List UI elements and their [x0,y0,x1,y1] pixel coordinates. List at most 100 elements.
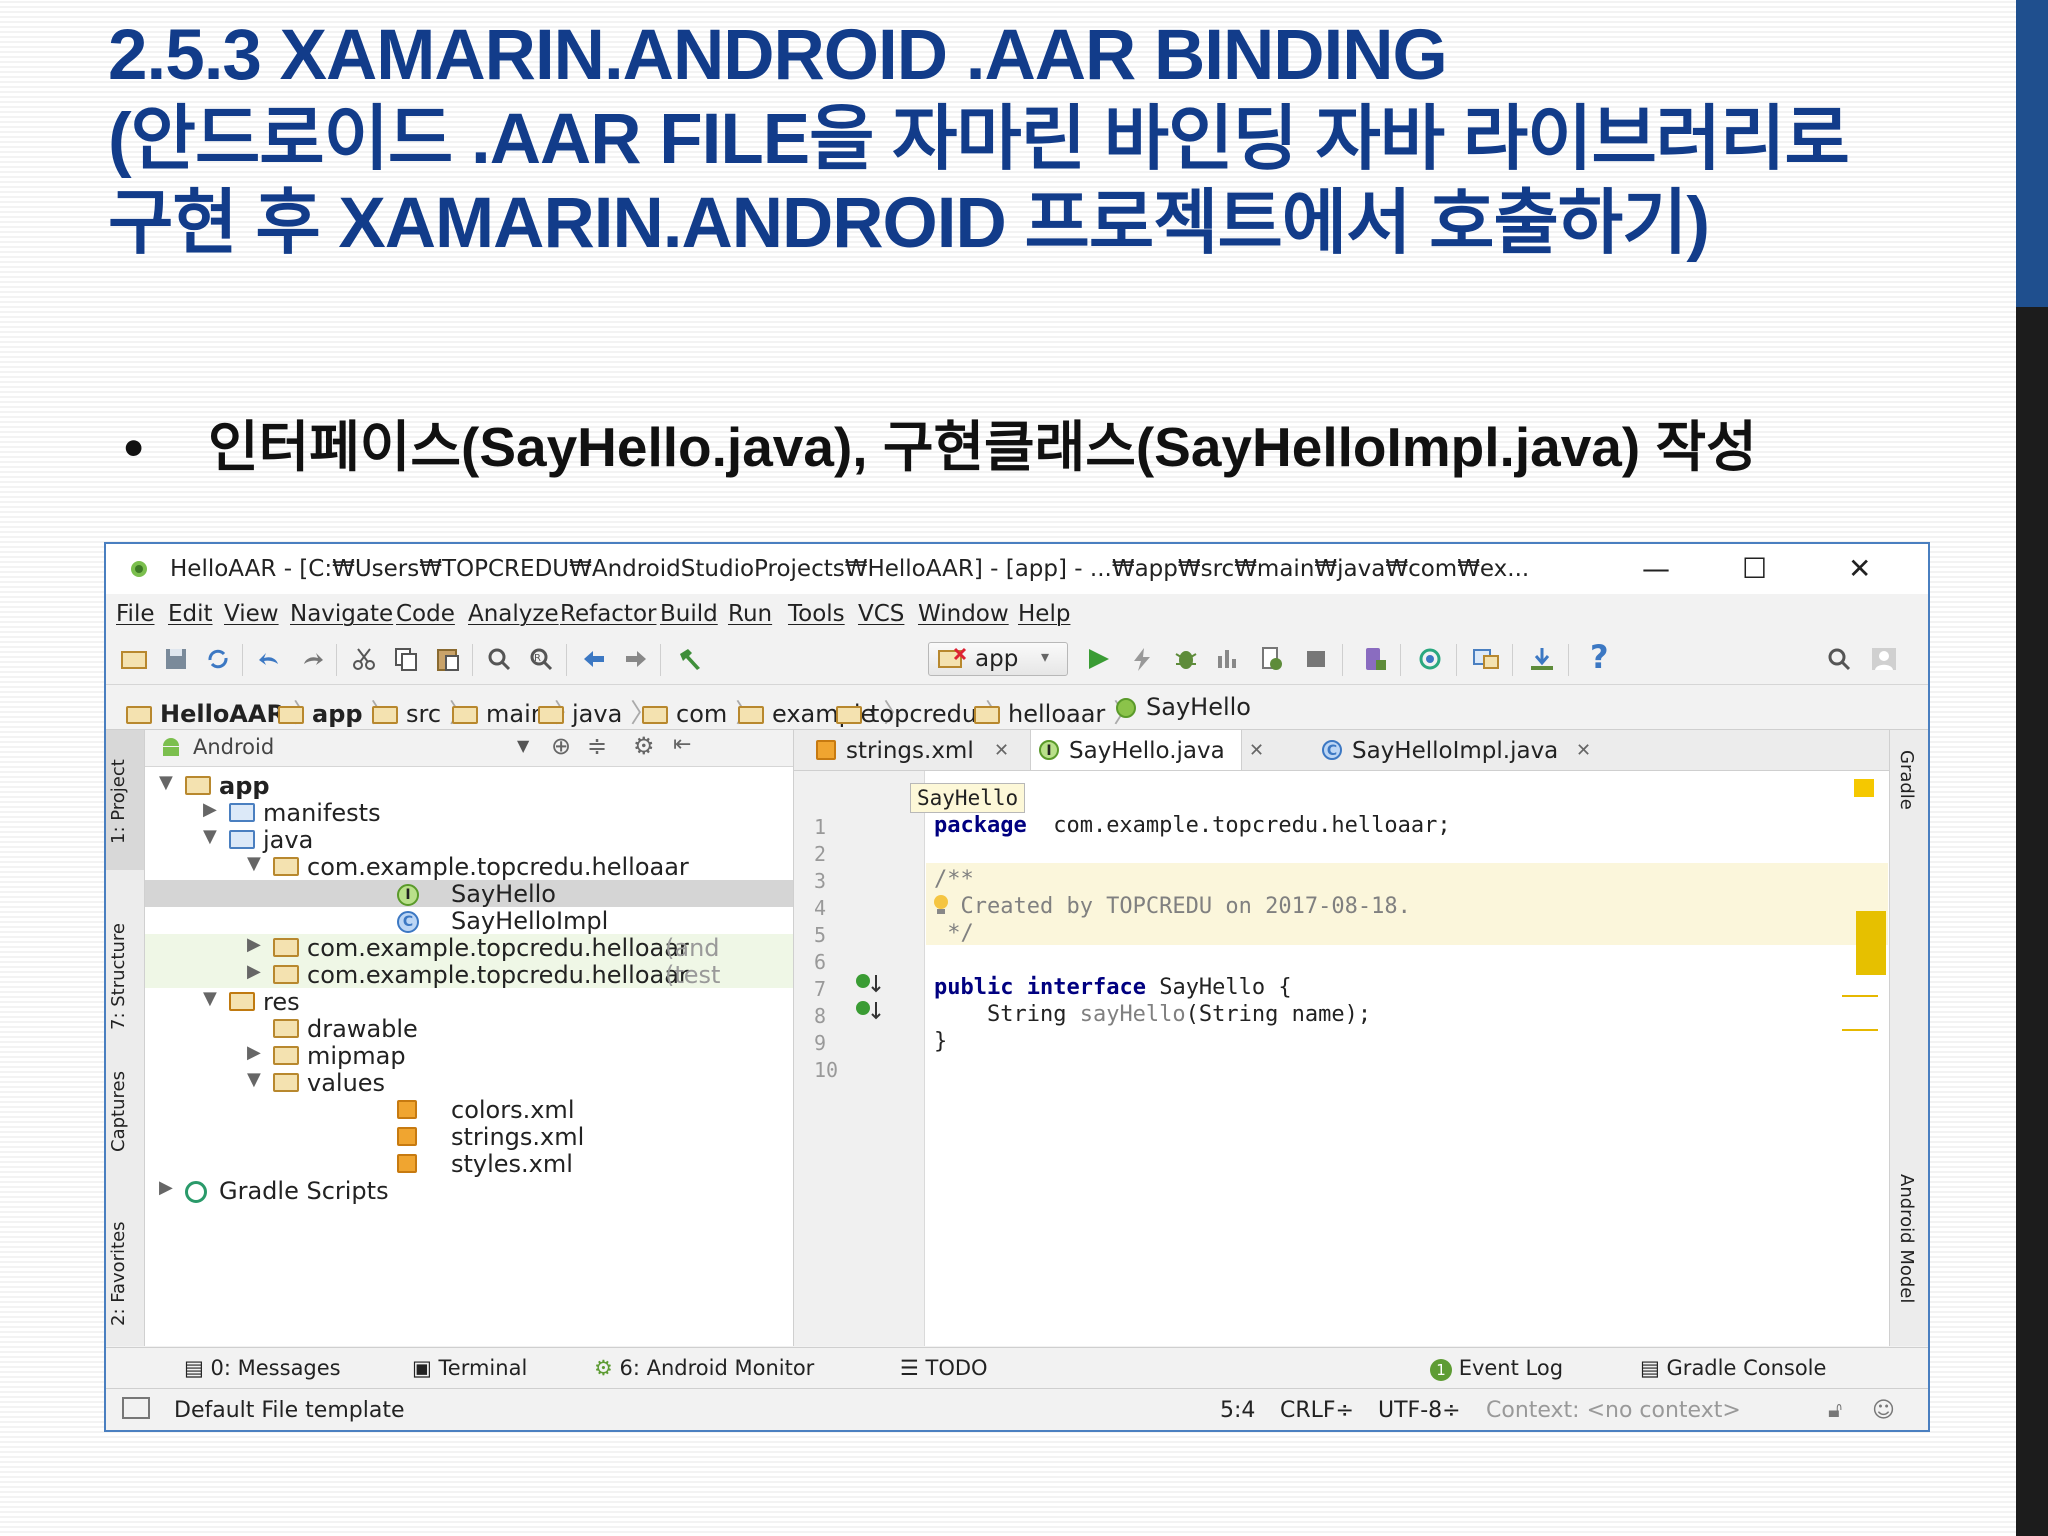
search-icon[interactable] [1826,646,1854,672]
tab-strings-xml[interactable]: strings.xml ✕ [808,730,1018,770]
tree-item[interactable]: styles.xml [145,1150,793,1178]
messages-tool-button[interactable]: ▤ 0: Messages [184,1356,341,1380]
menu-refactor[interactable]: Refactor [560,601,656,627]
tree-item[interactable]: colors.xml [145,1096,793,1124]
avd-manager-icon[interactable] [1360,646,1388,672]
paste-icon[interactable] [434,646,462,672]
tree-item[interactable]: ▼ values [145,1069,793,1097]
menu-tools[interactable]: Tools [788,601,845,627]
terminal-tool-button[interactable]: ▣ Terminal [412,1356,527,1380]
lock-icon[interactable]: 🔓︎ [1828,1398,1842,1423]
todo-tool-button[interactable]: ☰ TODO [900,1356,988,1380]
collapse-arrow-icon[interactable]: ▶ [203,799,217,820]
expand-arrow-icon[interactable]: ▼ [203,826,217,847]
menu-code[interactable]: Code [396,601,455,627]
attach-debugger-icon[interactable] [1258,646,1286,672]
menu-vcs[interactable]: VCS [858,601,904,627]
tab-sayhelloimpl-java[interactable]: C SayHelloImpl.java ✕ [1314,730,1604,770]
tree-item[interactable]: ▶ mipmap [145,1042,793,1070]
tree-item[interactable]: strings.xml [145,1123,793,1151]
implemented-gutter-icon[interactable] [854,998,884,1022]
line-separator[interactable]: CRLF÷ [1280,1398,1354,1423]
chevron-down-icon[interactable]: ▼ [517,736,529,755]
android-monitor-tool-button[interactable]: ⚙ 6: Android Monitor [594,1356,814,1380]
back-icon[interactable] [580,646,608,672]
code-editor[interactable]: 1 2 3 4 5 6 7 8 9 10 SayHello package com.example… [794,771,1890,1346]
undo-icon[interactable] [256,646,284,672]
tab-android-model[interactable]: Android Model [1896,1174,1917,1303]
collapse-arrow-icon[interactable]: ▶ [247,961,261,982]
menu-file[interactable]: File [116,601,155,627]
tab-project[interactable]: 1: Project [108,744,142,844]
breadcrumb-helloaar[interactable]: helloaar〉 [974,693,1139,730]
tree-item[interactable]: ▶ manifests [145,799,793,827]
apply-changes-icon[interactable] [1128,646,1156,672]
tab-gradle[interactable]: Gradle [1896,750,1917,810]
menu-window[interactable]: Window [918,601,1009,627]
tree-item[interactable]: ▼ java [145,826,793,854]
tree-item[interactable]: C SayHelloImpl [145,907,793,935]
tab-sayhello-java[interactable]: I SayHello.java ✕ [1030,730,1264,770]
breadcrumb-sayhello[interactable]: SayHello [1116,693,1251,721]
tree-item[interactable]: drawable [145,1015,793,1043]
cut-icon[interactable] [350,646,378,672]
tree-item[interactable]: ▼ app [145,772,793,800]
run-config-selector[interactable]: app ▾ [928,642,1068,676]
menu-navigate[interactable]: Navigate [290,601,393,627]
event-log-tool-button[interactable]: 1 Event Log [1430,1356,1563,1381]
expand-arrow-icon[interactable]: ▼ [247,853,261,874]
window-titlebar[interactable]: HelloAAR - [C:₩Users₩TOPCREDU₩AndroidStu… [106,544,1928,594]
close-button[interactable]: ✕ [1848,552,1871,585]
menu-build[interactable]: Build [660,601,718,627]
sdk-manager-icon[interactable] [1528,646,1556,672]
debug-icon[interactable] [1172,646,1200,672]
expand-arrow-icon[interactable]: ▼ [247,1069,261,1090]
close-tab-icon[interactable]: ✕ [1576,740,1591,761]
tree-item[interactable]: I SayHello [145,880,793,908]
scroll-from-source-icon[interactable]: ⊕ [551,732,571,760]
maximize-button[interactable]: ☐ [1742,552,1767,585]
collapse-arrow-icon[interactable]: ▶ [159,1177,173,1198]
collapse-all-icon[interactable]: ≑ [587,732,607,760]
redo-icon[interactable] [298,646,326,672]
tab-favorites[interactable]: 2: Favorites [108,1206,142,1326]
caret-position[interactable]: 5:4 [1220,1398,1255,1423]
implemented-gutter-icon[interactable] [854,971,884,995]
expand-arrow-icon[interactable]: ▼ [203,988,217,1009]
tab-structure[interactable]: 7: Structure [108,900,142,1030]
breadcrumb-java[interactable]: java〉 [538,693,656,730]
forward-icon[interactable] [622,646,650,672]
gradle-console-tool-button[interactable]: ▤ Gradle Console [1640,1356,1826,1380]
make-project-icon[interactable] [676,646,704,672]
tree-item[interactable]: ▶ com.example.topcredu.helloaar (test [145,961,793,989]
collapse-arrow-icon[interactable]: ▶ [247,934,261,955]
profile-icon[interactable] [1214,646,1242,672]
menu-analyze[interactable]: Analyze [468,601,559,627]
toggle-tool-windows-icon[interactable] [122,1397,150,1419]
lightbulb-icon[interactable] [930,893,952,917]
user-icon[interactable] [1870,646,1898,672]
expand-arrow-icon[interactable]: ▼ [159,772,173,793]
find-icon[interactable] [486,646,514,672]
close-tab-icon[interactable]: ✕ [1249,740,1264,761]
stop-icon[interactable] [1302,646,1330,672]
tab-captures[interactable]: Captures [108,1052,142,1152]
menu-edit[interactable]: Edit [168,601,213,627]
menu-help[interactable]: Help [1018,601,1070,627]
tree-item[interactable]: ▼ com.example.topcredu.helloaar [145,853,793,881]
collapse-arrow-icon[interactable]: ▶ [247,1042,261,1063]
menu-view[interactable]: View [224,601,279,627]
menu-run[interactable]: Run [728,601,772,627]
minimize-button[interactable]: — [1642,552,1670,585]
close-tab-icon[interactable]: ✕ [994,740,1009,761]
save-icon[interactable] [162,646,190,672]
help-icon[interactable]: ? [1590,638,1618,676]
open-folder-icon[interactable] [120,646,148,672]
project-view-selector[interactable]: Android [193,735,274,759]
sync-icon[interactable] [204,646,232,672]
copy-icon[interactable] [392,646,420,672]
tree-item[interactable]: ▶ com.example.topcredu.helloaar (and [145,934,793,962]
tree-item[interactable]: ▼ res [145,988,793,1016]
sync-gradle-icon[interactable] [1416,646,1444,672]
inspector-icon[interactable]: ☺ [1872,1398,1895,1423]
